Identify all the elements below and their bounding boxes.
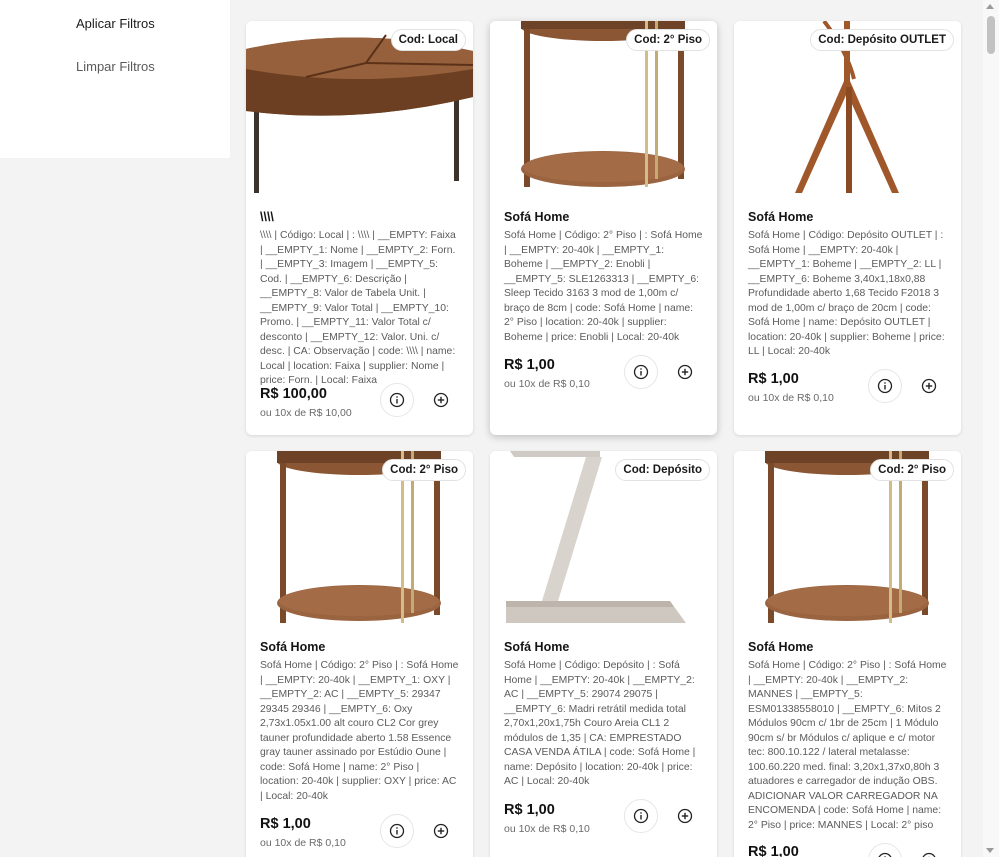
info-button[interactable]	[868, 843, 902, 857]
location-badge: Cod: 2° Piso	[626, 29, 710, 51]
product-title: Sofá Home	[504, 640, 570, 654]
product-description: \\\\ | Código: Local | : \\\\ | __EMPTY:…	[260, 230, 456, 386]
product-description: Sofá Home | Código: Depósito | : Sofá Ho…	[504, 660, 696, 787]
add-to-cart-button[interactable]	[431, 821, 451, 841]
product-card[interactable]: Cod: 2° Piso Sofá Home Sofá Home | Códig…	[734, 451, 961, 857]
plus-circle-icon	[677, 808, 693, 824]
filter-sidebar: Aplicar Filtros Limpar Filtros	[0, 0, 230, 158]
location-badge: Cod: Depósito OUTLET	[810, 29, 954, 51]
scroll-down-arrow-icon[interactable]	[986, 848, 994, 853]
plus-circle-icon	[677, 364, 693, 380]
product-installments: ou 10x de R$ 0,10	[748, 392, 834, 404]
product-image: Cod: 2° Piso	[490, 21, 717, 193]
location-badge: Cod: 2° Piso	[870, 459, 954, 481]
product-card[interactable]: Cod: Depósito OUTLET Sofá Home Sofá Home…	[734, 21, 961, 435]
product-card[interactable]: Cod: Local \\\\ \\\\ | Código: Local | :…	[246, 21, 473, 435]
location-badge: Cod: 2° Piso	[382, 459, 466, 481]
product-price: R$ 1,00	[504, 802, 555, 818]
product-title: Sofá Home	[504, 210, 570, 224]
add-to-cart-button[interactable]	[431, 390, 451, 410]
product-title: Sofá Home	[748, 640, 814, 654]
product-card[interactable]: Cod: Depósito Sofá Home Sofá Home | Códi…	[490, 451, 717, 857]
product-price: R$ 100,00	[260, 386, 327, 402]
product-installments: ou 10x de R$ 0,10	[504, 823, 590, 835]
add-to-cart-button[interactable]	[919, 376, 939, 396]
info-button[interactable]	[868, 369, 902, 403]
product-price: R$ 1,00	[748, 371, 799, 387]
location-badge: Cod: Local	[390, 29, 466, 51]
plus-circle-icon	[433, 392, 449, 408]
plus-circle-icon	[921, 378, 937, 394]
info-button[interactable]	[380, 814, 414, 848]
vertical-scrollbar[interactable]	[983, 0, 999, 857]
clear-filters-button[interactable]: Limpar Filtros	[76, 59, 155, 74]
product-description: Sofá Home | Código: 2° Piso | : Sofá Hom…	[748, 660, 947, 831]
plus-circle-icon	[433, 823, 449, 839]
product-description: Sofá Home | Código: 2° Piso | : Sofá Hom…	[504, 230, 703, 343]
info-button[interactable]	[380, 383, 414, 417]
product-title: \\\\	[260, 210, 274, 224]
product-installments: ou 10x de R$ 0,10	[504, 378, 590, 390]
info-icon	[878, 852, 892, 857]
scroll-up-arrow-icon[interactable]	[986, 4, 994, 9]
product-price: R$ 1,00	[748, 844, 799, 857]
info-button[interactable]	[624, 355, 658, 389]
product-image: Cod: 2° Piso	[734, 451, 961, 623]
product-description: Sofá Home | Código: 2° Piso | : Sofá Hom…	[260, 660, 459, 802]
product-installments: ou 10x de R$ 10,00	[260, 407, 352, 419]
info-icon	[633, 808, 649, 824]
product-card[interactable]: Cod: 2° Piso Sofá Home Sofá Home | Códig…	[490, 21, 717, 435]
product-image: Cod: Local	[246, 21, 473, 193]
info-icon	[633, 364, 649, 380]
info-icon	[389, 392, 405, 408]
product-price: R$ 1,00	[260, 816, 311, 832]
info-icon	[877, 378, 893, 394]
location-badge: Cod: Depósito	[615, 459, 710, 481]
product-image: Cod: Depósito	[490, 451, 717, 623]
product-image: Cod: Depósito OUTLET	[734, 21, 961, 193]
product-card[interactable]: Cod: 2° Piso Sofá Home Sofá Home | Códig…	[246, 451, 473, 857]
product-title: Sofá Home	[260, 640, 326, 654]
product-description: Sofá Home | Código: Depósito OUTLET | : …	[748, 230, 945, 357]
plus-circle-icon	[922, 852, 936, 857]
product-image: Cod: 2° Piso	[246, 451, 473, 623]
add-to-cart-button[interactable]	[919, 850, 939, 857]
product-installments: ou 10x de R$ 0,10	[260, 837, 346, 849]
product-price: R$ 1,00	[504, 357, 555, 373]
info-button[interactable]	[624, 799, 658, 833]
product-title: Sofá Home	[748, 210, 814, 224]
info-icon	[389, 823, 405, 839]
add-to-cart-button[interactable]	[675, 806, 695, 826]
apply-filters-button[interactable]: Aplicar Filtros	[76, 16, 155, 31]
scrollbar-thumb[interactable]	[987, 16, 995, 54]
add-to-cart-button[interactable]	[675, 362, 695, 382]
